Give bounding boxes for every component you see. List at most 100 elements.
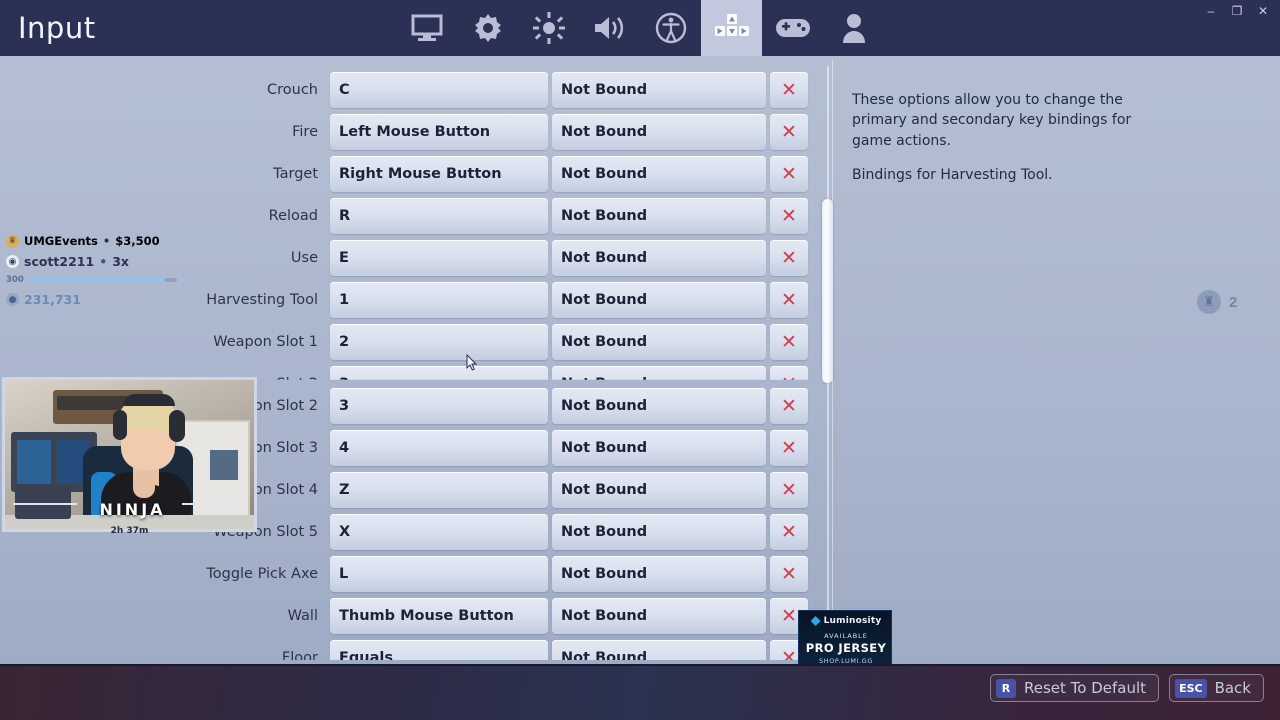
donation-event-name: UMGEvents: [24, 234, 98, 248]
primary-binding-field[interactable]: 3: [330, 388, 548, 424]
webcam-headset-right: [169, 410, 185, 442]
close-icon[interactable]: ✕: [1252, 0, 1274, 22]
webcam-photo: [210, 450, 238, 480]
secondary-binding-field[interactable]: Not Bound: [552, 156, 766, 192]
keycap-esc: ESC: [1175, 678, 1207, 698]
secondary-binding-field[interactable]: Not Bound: [552, 640, 766, 660]
secondary-binding-field[interactable]: Not Bound: [552, 198, 766, 234]
secondary-binding-field[interactable]: Not Bound: [552, 514, 766, 550]
clear-binding-button[interactable]: ✕: [770, 388, 808, 424]
sponsor-brand: Luminosity: [799, 616, 891, 626]
keyboard-dpad-icon: [714, 13, 750, 43]
secondary-binding-field[interactable]: Not Bound: [552, 114, 766, 150]
secondary-binding-field[interactable]: Not Bound: [552, 430, 766, 466]
secondary-binding-field[interactable]: Not Bound: [552, 556, 766, 592]
clear-binding-button[interactable]: ✕: [770, 514, 808, 550]
primary-binding-field[interactable]: X: [330, 514, 548, 550]
webcam-headset-band: [123, 394, 175, 406]
clear-binding-button[interactable]: ✕: [770, 198, 808, 234]
clear-binding-button[interactable]: ✕: [770, 556, 808, 592]
donation-event-line: ♛ UMGEvents • $3,500: [6, 234, 196, 248]
donation-progress-label: 300: [6, 275, 24, 285]
donation-separator: •: [99, 254, 108, 269]
tab-display[interactable]: [396, 0, 457, 56]
binding-action-label: Reload: [268, 208, 318, 224]
tab-accessibility[interactable]: [640, 0, 701, 56]
gamepad-icon: [775, 15, 811, 41]
monitor-icon: [410, 13, 444, 43]
clear-binding-button[interactable]: ✕: [770, 240, 808, 276]
primary-binding-field[interactable]: Left Mouse Button: [330, 114, 548, 150]
secondary-binding-field[interactable]: Not Bound: [552, 598, 766, 634]
primary-binding-field[interactable]: Z: [330, 472, 548, 508]
webcam-left-monitor-a: [17, 440, 51, 484]
secondary-binding-field[interactable]: Not Bound: [552, 72, 766, 108]
gear-icon: [472, 12, 504, 44]
back-button[interactable]: ESC Back: [1169, 674, 1264, 702]
account-icon: [840, 13, 868, 43]
primary-binding-field[interactable]: Thumb Mouse Button: [330, 598, 548, 634]
tab-brightness[interactable]: [518, 0, 579, 56]
donation-coin-count: 231,731: [24, 292, 81, 307]
secondary-binding-field[interactable]: Not Bound: [552, 282, 766, 318]
secondary-binding-field[interactable]: Not Bound: [552, 324, 766, 360]
secondary-binding-field[interactable]: Not Bound: [552, 240, 766, 276]
binding-action-label: Fire: [292, 124, 318, 140]
page-title: Input: [18, 11, 96, 45]
table-row[interactable]: Crouch C Not Bound ✕: [0, 69, 828, 111]
clear-binding-button[interactable]: ✕: [770, 472, 808, 508]
crown-icon: ♛: [6, 234, 19, 248]
footer-actions: R Reset To Default ESC Back: [990, 674, 1264, 702]
scrollbar-thumb[interactable]: [822, 199, 833, 383]
title-bar: Input – ❐ ✕: [0, 0, 1280, 56]
primary-binding-field[interactable]: 1: [330, 282, 548, 318]
donation-username: scott2211: [24, 254, 95, 269]
clear-binding-button[interactable]: ✕: [770, 114, 808, 150]
tab-game[interactable]: [457, 0, 518, 56]
donation-amount: $3,500: [115, 234, 160, 248]
sponsor-brand-name: Luminosity: [823, 616, 882, 626]
primary-binding-field[interactable]: C: [330, 72, 548, 108]
table-row[interactable]: Weapon Slot 1 2 Not Bound ✕: [0, 321, 828, 363]
primary-binding-field[interactable]: Right Mouse Button: [330, 156, 548, 192]
sponsor-ad-header: Luminosity AVAILABLE PRO JERSEY SHOP.LUM…: [799, 611, 891, 669]
table-row[interactable]: Fire Left Mouse Button Not Bound ✕: [0, 111, 828, 153]
tab-input[interactable]: [701, 0, 762, 56]
maximize-icon[interactable]: ❐: [1226, 0, 1248, 22]
clear-binding-button[interactable]: ✕: [770, 430, 808, 466]
clear-binding-button[interactable]: ✕: [770, 72, 808, 108]
volume-icon: [593, 13, 627, 43]
keycap-r: R: [996, 678, 1017, 698]
webcam-person-hand: [133, 474, 155, 498]
user-badge-icon: ◉: [6, 255, 19, 268]
sponsor-product: PRO JERSEY: [805, 641, 887, 655]
secondary-binding-field[interactable]: Not Bound: [552, 388, 766, 424]
donation-user-line: ◉ scott2211 • 3x: [6, 254, 196, 269]
secondary-binding-field[interactable]: Not Bound: [552, 472, 766, 508]
webcam-headset-left: [113, 410, 127, 440]
tab-audio[interactable]: [579, 0, 640, 56]
primary-binding-field[interactable]: L: [330, 556, 548, 592]
stream-donation-overlay: ♛ UMGEvents • $3,500 ◉ scott2211 • 3x 30…: [6, 234, 196, 313]
primary-binding-field[interactable]: 4: [330, 430, 548, 466]
streamer-name: NINJA: [99, 500, 166, 519]
accessibility-icon: [655, 12, 687, 44]
primary-binding-field[interactable]: Equals: [330, 640, 548, 660]
primary-binding-field[interactable]: 2: [330, 324, 548, 360]
clear-binding-button[interactable]: ✕: [770, 282, 808, 318]
tab-controller[interactable]: [762, 0, 823, 56]
primary-binding-field[interactable]: E: [330, 240, 548, 276]
table-row[interactable]: Reload R Not Bound ✕: [0, 195, 828, 237]
tab-account[interactable]: [823, 0, 884, 56]
table-row[interactable]: Target Right Mouse Button Not Bound ✕: [0, 153, 828, 195]
primary-binding-field[interactable]: R: [330, 198, 548, 234]
minimize-icon[interactable]: –: [1200, 0, 1222, 22]
binding-action-label: Crouch: [267, 82, 318, 98]
stream-uptime: 2h 37m: [110, 526, 149, 536]
trophy-indicator: ♜ 2: [1197, 290, 1237, 314]
clear-binding-button[interactable]: ✕: [770, 324, 808, 360]
reset-to-default-button[interactable]: R Reset To Default: [990, 674, 1160, 702]
clear-binding-button[interactable]: ✕: [770, 156, 808, 192]
sponsor-availability: AVAILABLE: [824, 632, 868, 640]
reset-to-default-label: Reset To Default: [1024, 679, 1147, 697]
